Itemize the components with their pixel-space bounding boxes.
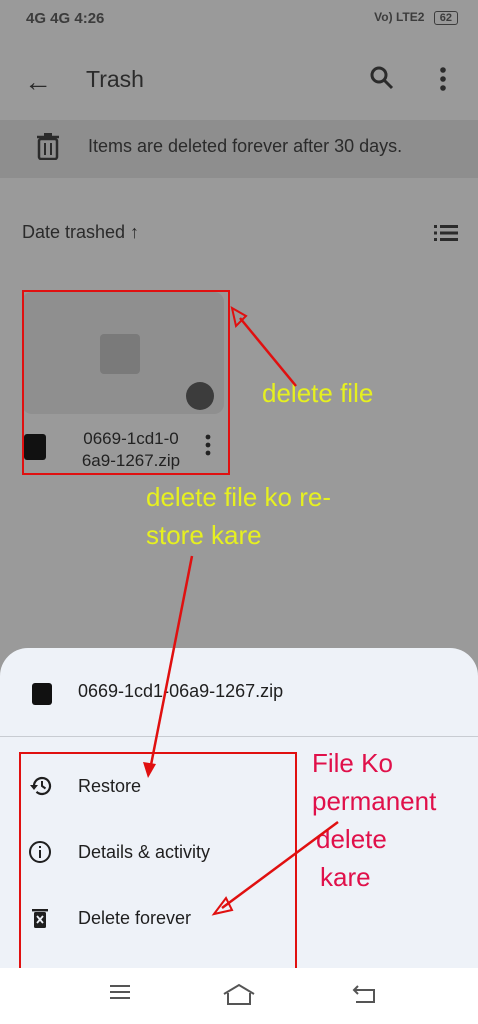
status-left: 4G 4G 4:26 (26, 10, 105, 27)
home-icon[interactable] (222, 982, 256, 1006)
annotation-restore-line2: store kare (146, 520, 262, 550)
annotation-restore-line1: delete file ko re- (146, 482, 331, 512)
trash-notice: Items are deleted forever after 30 days. (0, 120, 478, 178)
sort-row: Date trashed ↑ (0, 214, 478, 250)
menu-highlight-box (19, 752, 297, 974)
sheet-file-name: 0669-1cd1-06a9-1267.zip (78, 681, 284, 701)
sort-button[interactable]: Date trashed ↑ (22, 222, 139, 243)
recent-apps-icon[interactable] (108, 982, 132, 1002)
trash-icon (36, 132, 60, 160)
file-highlight-box (22, 290, 230, 475)
page-title: Trash (86, 66, 144, 92)
status-right-text: Vo) LTE2 (374, 10, 425, 24)
app-bar: ← Trash (0, 38, 478, 120)
more-vert-icon[interactable] (438, 66, 448, 92)
notice-text: Items are deleted forever after 30 days. (88, 136, 403, 156)
battery-icon: 62 (433, 11, 458, 25)
status-bar: 4G 4G 4:26 Vo) LTE2 62 (0, 0, 478, 38)
annotation-perm-line2: permanent (312, 786, 437, 816)
list-view-icon[interactable] (434, 224, 458, 242)
nav-bar (0, 968, 478, 1024)
search-icon[interactable] (368, 64, 396, 92)
back-nav-icon[interactable] (350, 982, 378, 1004)
annotation-delete-file: delete file (262, 378, 374, 408)
annotation-perm-line3: delete (316, 824, 387, 854)
sheet-header: 0669-1cd1-06a9-1267.zip (0, 648, 478, 737)
status-right: Vo) LTE2 62 (374, 10, 458, 25)
annotation-perm-line4: kare (320, 862, 371, 892)
annotation-perm-line1: File Ko (312, 748, 393, 778)
zip-icon (32, 683, 52, 705)
back-arrow-icon[interactable]: ← (24, 66, 52, 98)
